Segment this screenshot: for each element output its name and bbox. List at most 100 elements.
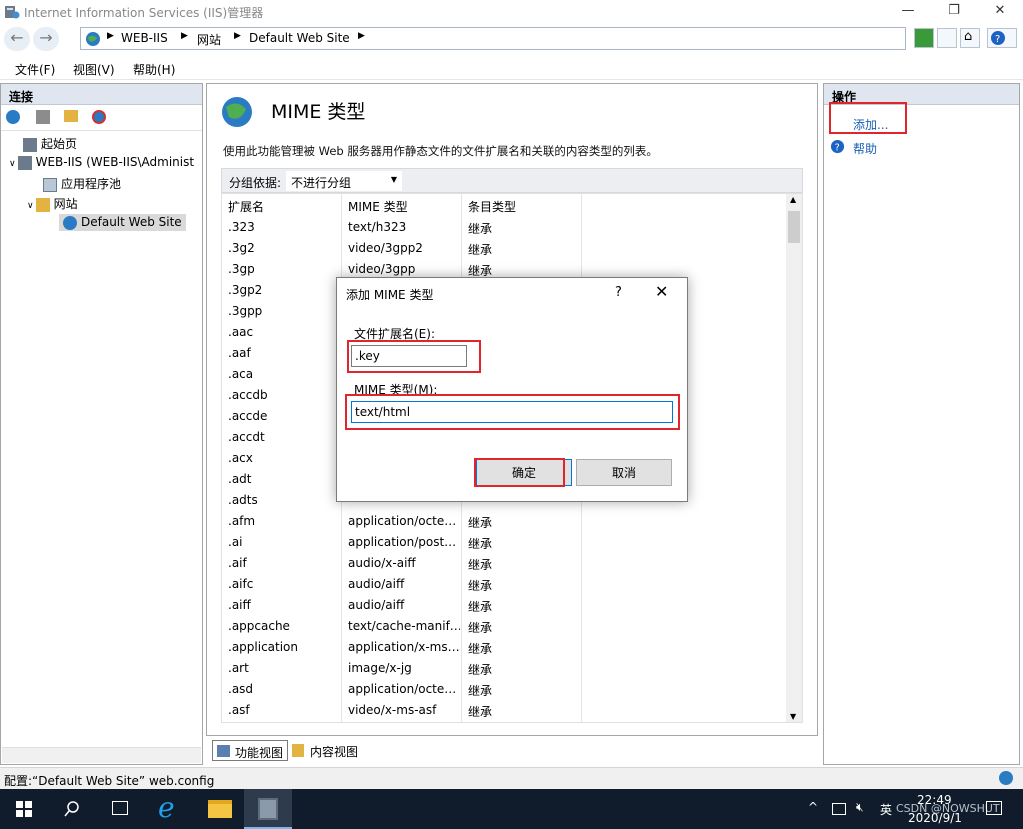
breadcrumb-sites[interactable]: 网站 — [197, 31, 221, 48]
cell-extension: .323 — [228, 220, 255, 234]
table-row[interactable]: .appcache text/cache-manif… 继承 — [222, 616, 788, 637]
taskbar-explorer[interactable] — [196, 789, 244, 829]
menu-file[interactable]: 文件(F) — [15, 61, 55, 78]
group-by-select[interactable]: 不进行分组 ▼ — [286, 171, 402, 191]
ime-indicator[interactable]: 英 — [880, 801, 892, 818]
table-row[interactable]: .3g2 video/3gpp2 继承 — [222, 238, 788, 259]
start-button[interactable] — [0, 789, 48, 829]
server-icon — [17, 155, 32, 170]
breadcrumb-server[interactable]: WEB-IIS — [121, 31, 168, 45]
cell-extension: .application — [228, 640, 299, 654]
cell-entry-type: 继承 — [468, 579, 493, 593]
mime-type-label: MIME 类型(M): — [354, 383, 438, 397]
table-row[interactable]: .asd application/octe… 继承 — [222, 679, 788, 700]
cell-extension: .adt — [228, 472, 252, 486]
disconnect-icon[interactable] — [92, 110, 106, 124]
minimize-button[interactable]: — — [885, 0, 931, 24]
cancel-button[interactable]: 取消 — [576, 459, 672, 486]
save-icon[interactable] — [36, 110, 50, 124]
search-icon — [64, 801, 79, 817]
connections-toolbar — [1, 105, 202, 131]
volume-icon[interactable]: 🔇︎ — [856, 800, 864, 815]
tree-item-app-pools[interactable]: 应用程序池 — [43, 175, 121, 192]
globe-icon — [86, 32, 100, 46]
keyboard-icon[interactable] — [832, 803, 846, 815]
tree-item-label: Default Web Site — [81, 215, 182, 229]
notification-icon[interactable] — [986, 801, 1002, 815]
column-header-entry-type[interactable]: 条目类型 — [468, 198, 516, 215]
table-row[interactable]: .aif audio/x-aiff 继承 — [222, 553, 788, 574]
scrollbar-thumb[interactable] — [788, 211, 800, 243]
horizontal-scrollbar[interactable] — [2, 747, 201, 763]
ok-button[interactable]: 确定 — [476, 459, 572, 486]
connections-header: 连接 — [1, 84, 202, 105]
cell-extension: .asf — [228, 703, 250, 717]
help-menu-button[interactable]: ? — [987, 28, 1017, 48]
home-button[interactable]: ⌂ — [960, 28, 980, 48]
tree-item-start-page[interactable]: 起始页 — [23, 135, 77, 152]
menu-view[interactable]: 视图(V) — [73, 61, 115, 78]
tree-item-default-web-site[interactable]: Default Web Site — [59, 214, 186, 231]
table-row[interactable]: .art image/x-jg 继承 — [222, 658, 788, 679]
group-by-bar: 分组依据: 不进行分组 ▼ — [221, 168, 803, 193]
status-bar: 配置:“Default Web Site” web.config — [0, 767, 1023, 789]
table-row[interactable]: .ai application/post… 继承 — [222, 532, 788, 553]
add-mime-type-link[interactable]: 添加... — [853, 116, 888, 133]
breadcrumb[interactable]: ▶ WEB-IIS ▶ 网站 ▶ Default Web Site ▶ — [80, 27, 906, 50]
cell-extension: .aiff — [228, 598, 251, 612]
cell-extension: .3gp2 — [228, 283, 263, 297]
help-link[interactable]: 帮助 — [853, 140, 877, 157]
taskbar-iis-manager[interactable] — [244, 789, 292, 829]
dialog-help-button[interactable]: ? — [615, 285, 622, 300]
tree-item-sites[interactable]: ∨ 网站 — [27, 195, 78, 212]
extension-field[interactable] — [351, 345, 467, 367]
chevron-down-icon[interactable]: ∨ — [9, 159, 16, 169]
mime-type-field[interactable] — [351, 401, 673, 423]
breadcrumb-site[interactable]: Default Web Site — [249, 31, 350, 45]
page-title: MIME 类型 — [271, 101, 366, 123]
show-hidden-icons-button[interactable]: ^ — [808, 800, 818, 814]
column-header-mime-type[interactable]: MIME 类型 — [348, 198, 408, 215]
cell-mime-type: text/h323 — [348, 220, 407, 234]
help-icon: ? — [991, 31, 1005, 45]
tab-features-view[interactable]: 功能视图 — [212, 740, 288, 761]
connect-icon[interactable] — [6, 110, 20, 124]
table-row[interactable]: .afm application/octe… 继承 — [222, 511, 788, 532]
chevron-down-icon[interactable]: ∨ — [27, 201, 34, 211]
table-row[interactable]: .323 text/h323 继承 — [222, 217, 788, 238]
cell-extension: .appcache — [228, 619, 290, 633]
stop-button[interactable] — [937, 28, 957, 48]
table-row[interactable]: .aiff audio/aiff 继承 — [222, 595, 788, 616]
forward-button[interactable]: → — [33, 27, 59, 51]
dialog-close-button[interactable]: ✕ — [655, 282, 668, 301]
cell-mime-type: audio/aiff — [348, 577, 405, 591]
up-folder-icon[interactable] — [64, 110, 78, 122]
forward-arrow-icon: → — [39, 28, 53, 47]
back-arrow-icon: ← — [10, 28, 24, 47]
globe-icon — [63, 215, 77, 230]
maximize-button[interactable]: ❐ — [931, 0, 977, 24]
back-button[interactable]: ← — [4, 27, 30, 51]
table-row[interactable]: .asf video/x-ms-asf 继承 — [222, 700, 788, 721]
sort-ascending-icon: ^ — [278, 193, 286, 200]
taskbar-ie[interactable]: e — [148, 789, 196, 829]
column-header-extension[interactable]: 扩展名 — [228, 198, 264, 215]
menu-help[interactable]: 帮助(H) — [133, 61, 175, 78]
tab-content-view[interactable]: 内容视图 — [288, 740, 372, 761]
cell-entry-type: 继承 — [468, 621, 493, 635]
refresh-button[interactable] — [914, 28, 934, 48]
start-page-icon — [23, 137, 37, 152]
breadcrumb-separator-icon: ▶ — [107, 31, 114, 41]
cell-extension: .art — [228, 661, 249, 675]
cell-entry-type: 继承 — [468, 684, 493, 698]
search-button[interactable] — [48, 789, 96, 829]
task-view-button[interactable] — [96, 789, 144, 829]
cell-extension: .3gp — [228, 262, 255, 276]
cell-entry-type: 继承 — [468, 663, 493, 677]
vertical-scrollbar[interactable]: ▲ ▼ — [786, 194, 802, 722]
tree-item-server[interactable]: ∨ WEB-IIS (WEB-IIS\Administ — [9, 155, 194, 170]
close-window-button[interactable]: ✕ — [977, 0, 1023, 24]
dropdown-arrow-icon: ▼ — [390, 175, 397, 184]
table-row[interactable]: .aifc audio/aiff 继承 — [222, 574, 788, 595]
table-row[interactable]: .application application/x-ms… 继承 — [222, 637, 788, 658]
